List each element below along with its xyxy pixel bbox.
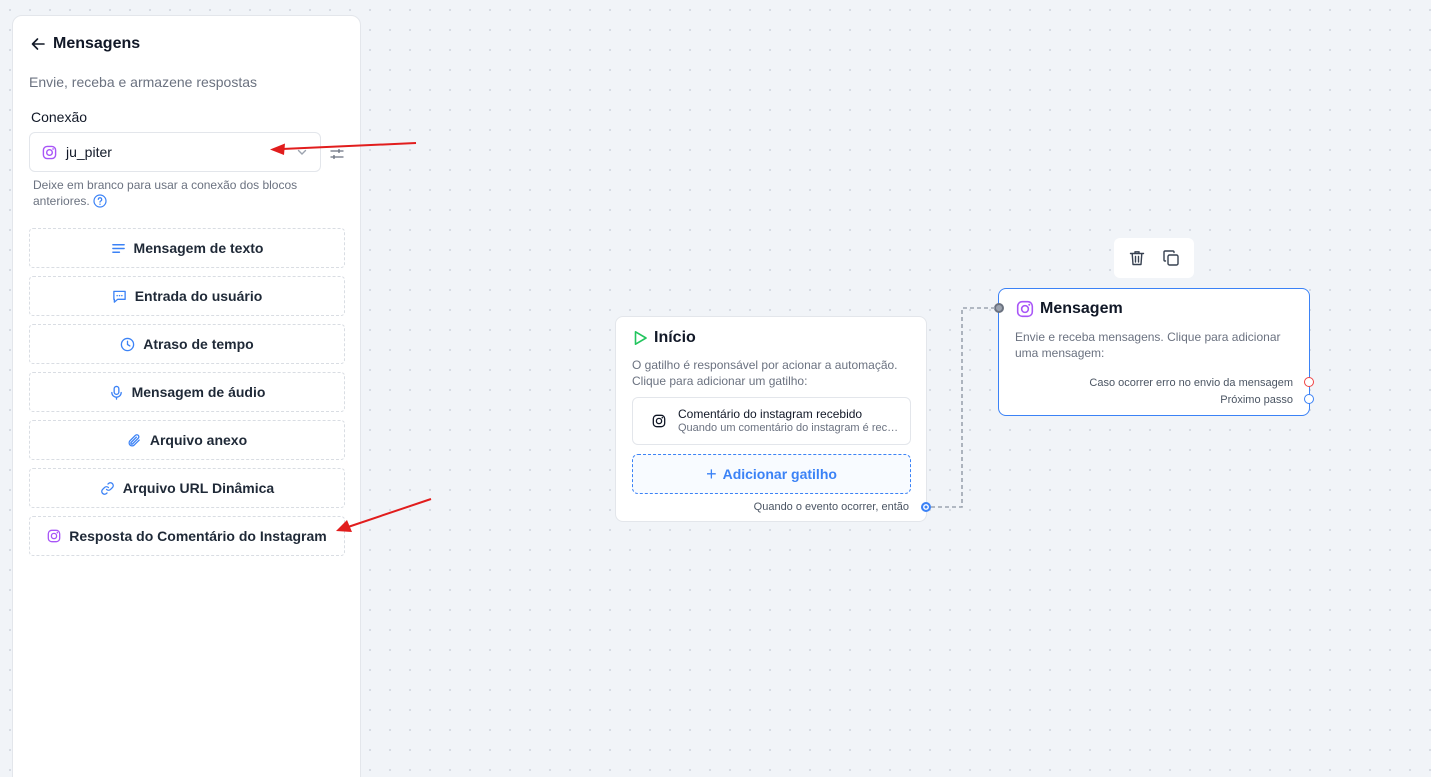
add-trigger-label: Adicionar gatilho [722,466,837,482]
play-icon [633,330,648,346]
option-label: Mensagem de áudio [131,384,266,400]
connection-label: Conexão [31,109,88,125]
option-time-delay[interactable]: Atraso de tempo [29,324,345,364]
start-node-description: O gatilho é responsável por acionar a au… [632,358,898,388]
trigger-subtitle: Quando um comentário do instagram é rece… [678,422,903,434]
connection-value: ju_piter [66,144,112,160]
chevron-down-icon [296,146,308,158]
message-input-port[interactable] [994,303,1004,313]
option-text-message[interactable]: Mensagem de texto [29,228,345,268]
microphone-icon [109,385,124,400]
plus-icon: + [706,463,717,484]
message-node-title: Mensagem [1040,300,1123,317]
option-attachment[interactable]: Arquivo anexo [29,420,345,460]
start-node-header: Início [633,329,696,347]
start-node[interactable]: Início O gatilho é responsável por acion… [615,316,931,522]
option-user-input[interactable]: Entrada do usuário [29,276,345,316]
message-error-output-label: Caso ocorrer erro no envio da mensagem [1089,377,1293,389]
option-label: Atraso de tempo [143,336,254,352]
trigger-card[interactable]: Comentário do instagram recebido Quando … [632,397,911,445]
start-node-title: Início [654,329,696,346]
sidebar-subtitle: Envie, receba e armazene respostas [29,74,258,90]
text-lines-icon [111,241,126,256]
link-icon [100,481,115,496]
sidebar-title: Mensagens [53,35,141,52]
trash-icon[interactable] [1128,249,1146,267]
sliders-icon[interactable] [329,146,345,162]
option-label: Entrada do usuário [134,288,263,304]
option-label: Mensagem de texto [133,240,264,256]
add-trigger-button[interactable]: + Adicionar gatilho [632,454,911,494]
trigger-title: Comentário do instagram recebido [678,407,863,421]
option-dynamic-url-file[interactable]: Arquivo URL Dinâmica [29,468,345,508]
option-label: Arquivo URL Dinâmica [122,480,275,496]
connection-hint-text: Deixe em branco para usar a conexão dos … [33,178,298,208]
help-circle-icon[interactable] [93,194,107,208]
copy-icon[interactable] [1162,249,1180,267]
connection-select[interactable]: ju_piter [29,132,321,172]
option-audio-message[interactable]: Mensagem de áudio [29,372,345,412]
connection-hint: Deixe em branco para usar a conexão dos … [33,177,333,209]
instagram-icon [42,145,57,160]
message-error-port[interactable] [1304,377,1314,387]
instagram-icon [652,414,666,428]
start-output-label: Quando o evento ocorrer, então [753,501,909,513]
clock-icon [120,337,135,352]
sidebar-panel: Mensagens Envie, receba e armazene respo… [12,15,361,777]
flow-connector [931,307,996,508]
option-instagram-comment-reply[interactable]: Resposta do Comentário do Instagram [29,516,345,556]
message-next-port[interactable] [1304,394,1314,404]
sidebar-header: Mensagens [30,35,140,53]
message-node[interactable]: Mensagem Envie e receba mensagens. Cliqu… [994,288,1314,416]
back-arrow-icon[interactable] [30,36,46,52]
option-label: Resposta do Comentário do Instagram [69,528,327,544]
message-node-header: Mensagem [1016,300,1123,318]
chat-input-icon [112,289,127,304]
node-toolbar [1114,238,1194,278]
message-node-description: Envie e receba mensagens. Clique para ad… [1015,330,1281,360]
message-next-output-label: Próximo passo [1220,394,1293,406]
instagram-icon [1016,300,1034,318]
paperclip-icon [127,433,142,448]
trigger-text: Comentário do instagram recebido Quando … [678,407,903,435]
start-output-port[interactable] [921,502,931,512]
option-label: Arquivo anexo [149,432,248,448]
instagram-icon [47,529,61,543]
